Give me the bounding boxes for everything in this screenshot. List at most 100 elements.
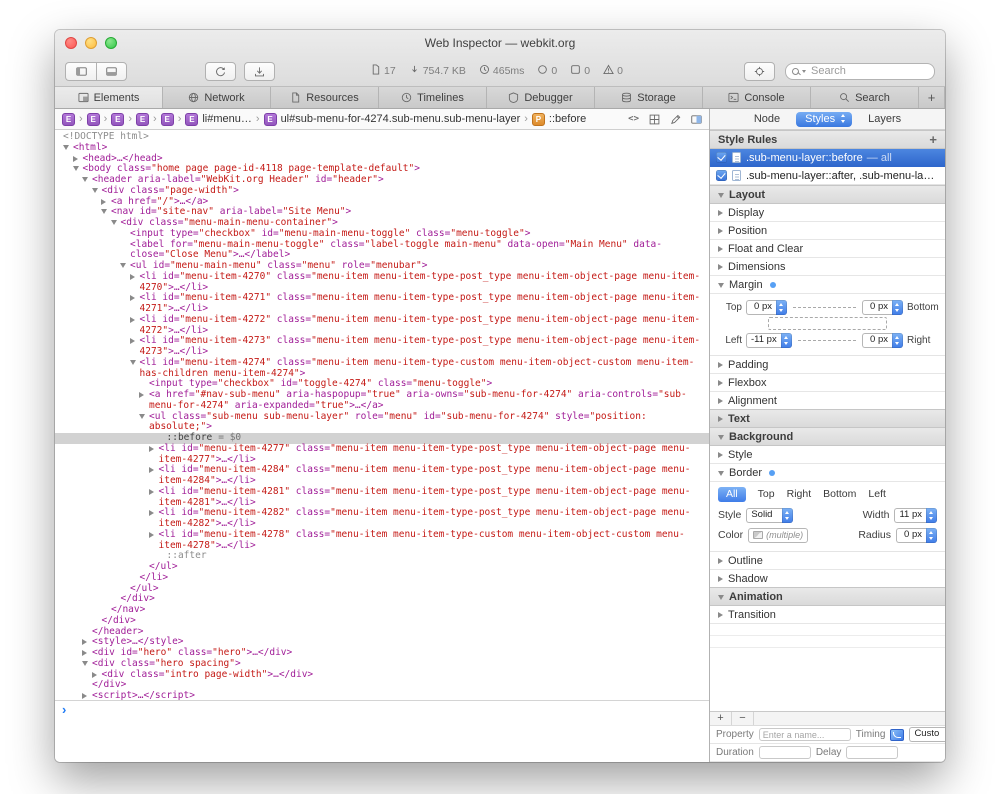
disclosure-right-icon[interactable] <box>92 672 97 678</box>
disclosure-down-icon[interactable] <box>111 220 117 225</box>
section-header-text[interactable]: Text <box>710 409 945 428</box>
sidebar-row-style[interactable]: Style <box>710 446 945 464</box>
disclosure-right-icon[interactable] <box>718 416 723 422</box>
disclosure-right-icon[interactable] <box>130 338 135 344</box>
sidebar-row-padding[interactable]: Padding <box>710 356 945 374</box>
disclosure-right-icon[interactable] <box>101 199 106 205</box>
disclosure-right-icon[interactable] <box>718 380 723 386</box>
border-style-select[interactable]: Solid <box>746 508 793 523</box>
section-header-layout[interactable]: Layout <box>710 185 945 204</box>
sidebar-tab-styles[interactable]: Styles <box>796 112 852 127</box>
sidebar-row-display[interactable]: Display <box>710 204 945 222</box>
disclosure-down-icon[interactable] <box>718 435 724 440</box>
section-header-animation[interactable]: Animation <box>710 587 945 606</box>
tree-node[interactable]: <li id="menu-item-4277" class="menu-item… <box>55 444 709 466</box>
tree-node[interactable]: <li id="menu-item-4272" class="menu-item… <box>55 315 709 337</box>
disclosure-right-icon[interactable] <box>149 532 154 538</box>
stepper-arrows-icon[interactable] <box>926 528 937 543</box>
sidebar-row-shadow[interactable]: Shadow <box>710 570 945 588</box>
sidebar-row-border[interactable]: Border <box>710 464 945 482</box>
margin-bottom-stepper[interactable]: 0 px <box>862 300 903 315</box>
tab-console[interactable]: Console <box>703 87 811 108</box>
tree-node[interactable]: </div> <box>55 616 709 627</box>
transition-property-input[interactable] <box>759 728 851 741</box>
zoom-window-button[interactable] <box>105 37 117 49</box>
tree-node[interactable]: </div> <box>55 594 709 605</box>
margin-top-stepper[interactable]: 0 px <box>746 300 787 315</box>
dock-bottom-button[interactable] <box>96 62 127 81</box>
disclosure-right-icon[interactable] <box>718 398 723 404</box>
stepper-arrows-icon[interactable] <box>892 300 903 315</box>
disclosure-right-icon[interactable] <box>718 264 723 270</box>
margin-right-stepper[interactable]: 0 px <box>862 333 903 348</box>
download-button[interactable] <box>244 62 275 81</box>
breadcrumb-item[interactable]: Eul#sub-menu-for-4274.sub-menu.sub-menu-… <box>264 113 521 126</box>
disclosure-right-icon[interactable] <box>718 452 723 458</box>
element-picker-button[interactable] <box>744 62 775 81</box>
tree-node[interactable]: <a href="#nav-sub-menu" aria-haspopup="t… <box>55 390 709 412</box>
disclosure-down-icon[interactable] <box>73 166 79 171</box>
disclosure-down-icon[interactable] <box>92 188 98 193</box>
disclosure-right-icon[interactable] <box>718 576 723 582</box>
sidebar-row-transition[interactable]: Transition <box>710 606 945 624</box>
tree-node[interactable]: <li id="menu-item-4274" class="menu-item… <box>55 358 709 380</box>
disclosure-down-icon[interactable] <box>718 193 724 198</box>
reload-button[interactable] <box>205 62 236 81</box>
minimize-window-button[interactable] <box>85 37 97 49</box>
tab-search[interactable]: Search <box>811 87 919 108</box>
sidebar-row-outline[interactable]: Outline <box>710 552 945 570</box>
add-transition-button[interactable]: + <box>710 712 732 725</box>
disclosure-down-icon[interactable] <box>101 209 107 214</box>
border-color-well[interactable]: (multiple) <box>748 528 808 543</box>
section-header-background[interactable]: Background <box>710 427 945 446</box>
search-input[interactable] <box>811 65 928 77</box>
breadcrumb-item[interactable]: Eli#menu… <box>185 113 252 126</box>
new-rule-button[interactable]: + <box>929 133 937 146</box>
stepper-arrows-icon[interactable] <box>892 333 903 348</box>
disclosure-down-icon[interactable] <box>718 595 724 600</box>
border-side-right[interactable]: Right <box>787 488 812 500</box>
tab-debugger[interactable]: Debugger <box>487 87 595 108</box>
sidebar-row-margin[interactable]: Margin <box>710 276 945 294</box>
disclosure-right-icon[interactable] <box>718 228 723 234</box>
disclosure-right-icon[interactable] <box>139 392 144 398</box>
disclosure-right-icon[interactable] <box>718 612 723 618</box>
disclosure-right-icon[interactable] <box>130 295 135 301</box>
border-width-stepper[interactable]: 11 px <box>894 508 937 523</box>
sidebar-tab-layers[interactable]: Layers <box>868 113 901 125</box>
disclosure-right-icon[interactable] <box>130 274 135 280</box>
disclosure-right-icon[interactable] <box>82 650 87 656</box>
tab-resources[interactable]: Resources <box>271 87 379 108</box>
style-rule[interactable]: .sub-menu-layer::before— all <box>710 149 945 167</box>
sidebar-row-position[interactable]: Position <box>710 222 945 240</box>
disclosure-right-icon[interactable] <box>149 510 154 516</box>
tree-node[interactable]: <!DOCTYPE html> <box>55 132 709 143</box>
split-console-icon[interactable] <box>691 114 702 125</box>
transition-delay-input[interactable] <box>846 746 898 759</box>
disclosure-right-icon[interactable] <box>73 156 78 162</box>
tab-timelines[interactable]: Timelines <box>379 87 487 108</box>
disclosure-down-icon[interactable] <box>82 177 88 182</box>
timing-function-select[interactable]: Custo <box>909 727 945 742</box>
disclosure-right-icon[interactable] <box>718 362 723 368</box>
tree-node[interactable]: <li id="menu-item-4284" class="menu-item… <box>55 465 709 487</box>
breadcrumb-item[interactable]: P::before <box>532 113 586 126</box>
sidebar-row-flexbox[interactable]: Flexbox <box>710 374 945 392</box>
close-window-button[interactable] <box>65 37 77 49</box>
disclosure-right-icon[interactable] <box>718 246 723 252</box>
sidebar-row-float-and-clear[interactable]: Float and Clear <box>710 240 945 258</box>
disclosure-right-icon[interactable] <box>82 693 87 699</box>
disclosure-right-icon[interactable] <box>82 639 87 645</box>
stepper-arrows-icon[interactable] <box>926 508 937 523</box>
disclosure-right-icon[interactable] <box>718 210 723 216</box>
disclosure-down-icon[interactable] <box>63 145 69 150</box>
tree-node[interactable]: <li id="menu-item-4278" class="menu-item… <box>55 530 709 552</box>
add-tab-button[interactable]: + <box>919 87 945 108</box>
dock-side-button[interactable] <box>65 62 96 81</box>
disclosure-down-icon[interactable] <box>718 471 724 476</box>
stepper-arrows-icon[interactable] <box>776 300 787 315</box>
breadcrumb-item[interactable]: E <box>87 113 100 126</box>
breadcrumb-item[interactable]: E <box>62 113 75 126</box>
breadcrumb-item[interactable]: E <box>111 113 124 126</box>
tree-node[interactable]: <li id="menu-item-4281" class="menu-item… <box>55 487 709 509</box>
